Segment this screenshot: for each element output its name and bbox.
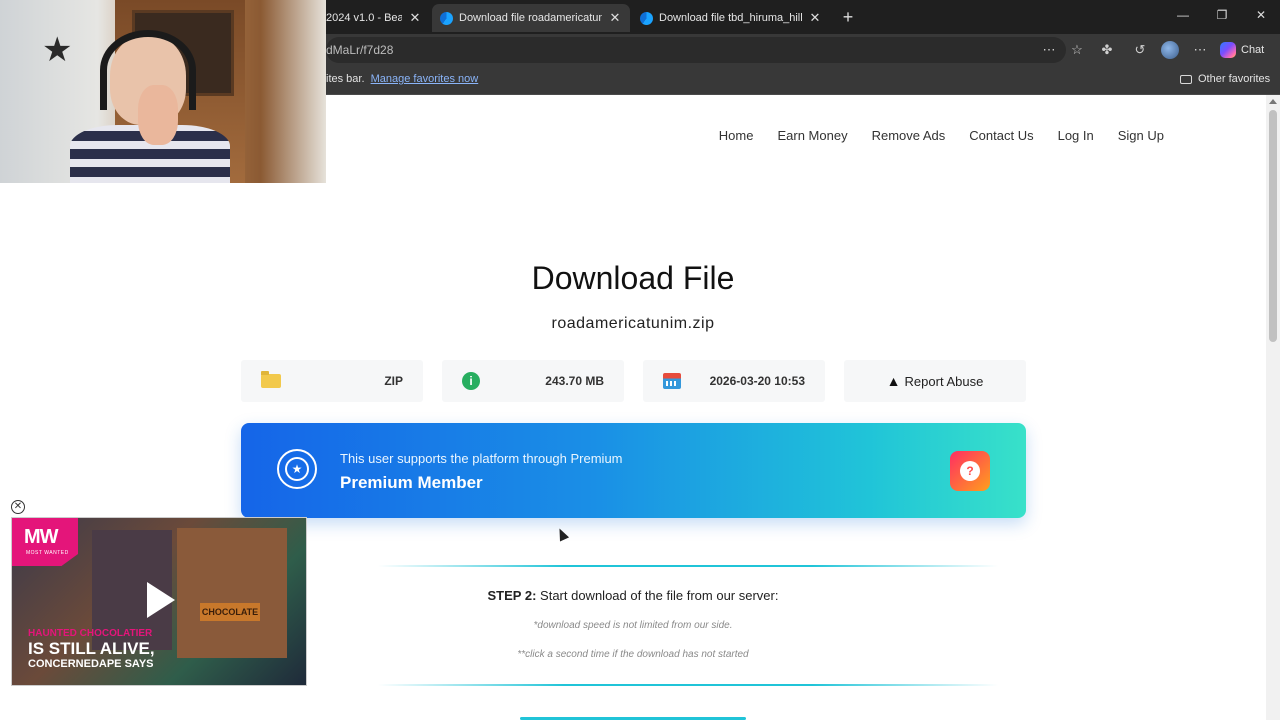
page-scrollbar[interactable]: [1266, 95, 1280, 720]
close-tab-icon[interactable]: ✕: [408, 10, 422, 26]
tab-download-hiruma[interactable]: Download file tbd_hiruma_hills.zip ✕: [632, 4, 830, 32]
premium-title: Premium Member: [340, 473, 483, 492]
premium-banner: ★ This user supports the platform throug…: [241, 423, 1026, 518]
site-favicon-icon: [440, 11, 453, 25]
copilot-icon: [1220, 42, 1236, 58]
play-icon[interactable]: [147, 582, 175, 618]
folder-icon: [261, 371, 281, 388]
report-abuse-button[interactable]: ▲ Report Abuse: [844, 360, 1026, 402]
reader-mode-icon[interactable]: ⋯: [1041, 42, 1057, 58]
nav-earn-money[interactable]: Earn Money: [777, 128, 847, 143]
nav-home[interactable]: Home: [719, 128, 754, 143]
ad-headline-1: HAUNTED CHOCOLATIER: [28, 628, 153, 639]
nav-contact-us[interactable]: Contact Us: [969, 128, 1033, 143]
profile-avatar[interactable]: [1161, 41, 1179, 59]
scroll-up-arrow-icon[interactable]: [1269, 99, 1277, 104]
ad-close-icon[interactable]: ✕: [11, 500, 25, 514]
divider: [378, 684, 998, 686]
close-tab-icon[interactable]: ✕: [808, 10, 822, 26]
manage-favorites-link[interactable]: Manage favorites now: [371, 73, 479, 85]
ad-shop-right: [177, 528, 287, 658]
info-icon: i: [462, 372, 480, 390]
question-icon: ?: [960, 461, 980, 481]
ad-headline-2: IS STILL ALIVE,: [28, 639, 155, 658]
tab-download-roadamerica[interactable]: Download file roadamericatunim.zip ✕: [432, 4, 630, 32]
close-tab-icon[interactable]: ✕: [608, 10, 622, 26]
warning-icon: ▲: [886, 373, 901, 389]
ad-brand-logo: MW MOST WANTED: [12, 518, 78, 566]
top-nav: Home Earn Money Remove Ads Contact Us Lo…: [719, 128, 1164, 143]
history-icon[interactable]: ↺: [1132, 42, 1148, 58]
scroll-thumb[interactable]: [1269, 110, 1277, 342]
file-name: roadamericatunim.zip: [551, 315, 715, 332]
extensions-icon[interactable]: ✤: [1099, 42, 1115, 58]
folder-icon: [1180, 74, 1192, 84]
star-decoration-icon: ★: [42, 31, 73, 69]
webcam-overlay: ★: [0, 0, 326, 183]
ad-shop-sign: CHOCOLATE: [200, 603, 260, 621]
copilot-chat-button[interactable]: Chat: [1220, 40, 1264, 60]
address-bar[interactable]: dMaLr/f7d28: [326, 37, 1066, 63]
premium-subtitle: This user supports the platform through …: [340, 451, 623, 466]
site-favicon-icon: [640, 11, 653, 25]
calendar-icon: [663, 373, 681, 389]
other-favorites-button[interactable]: Other favorites: [1180, 73, 1270, 85]
window-close-icon[interactable]: ✕: [1251, 8, 1271, 22]
nav-remove-ads[interactable]: Remove Ads: [872, 128, 946, 143]
video-ad[interactable]: CHOCOLATE MW MOST WANTED HAUNTED CHOCOLA…: [11, 517, 307, 686]
nav-log-in[interactable]: Log In: [1058, 128, 1094, 143]
upload-date-box: 2026-03-20 10:53: [643, 360, 825, 402]
divider: [378, 565, 998, 567]
minimize-icon[interactable]: —: [1173, 8, 1193, 22]
file-type-box: ZIP: [241, 360, 423, 402]
favorite-star-icon[interactable]: ☆: [1069, 42, 1085, 58]
tab-beamng[interactable]: 2024 v1.0 - BeamNG ✕: [318, 4, 430, 32]
new-tab-icon[interactable]: +: [838, 7, 858, 27]
person-hand: [138, 85, 178, 145]
nav-sign-up[interactable]: Sign Up: [1118, 128, 1164, 143]
premium-help-button[interactable]: ?: [950, 451, 990, 491]
premium-badge-icon: ★: [277, 449, 317, 489]
page-title: Download File: [531, 260, 735, 296]
more-menu-icon[interactable]: ⋯: [1192, 42, 1208, 58]
restore-icon[interactable]: ❐: [1212, 8, 1232, 22]
favorites-hint: ites bar. Manage favorites now: [326, 73, 479, 85]
file-size-box: i 243.70 MB: [442, 360, 624, 402]
ad-headline-3: CONCERNEDAPE SAYS: [28, 658, 154, 670]
